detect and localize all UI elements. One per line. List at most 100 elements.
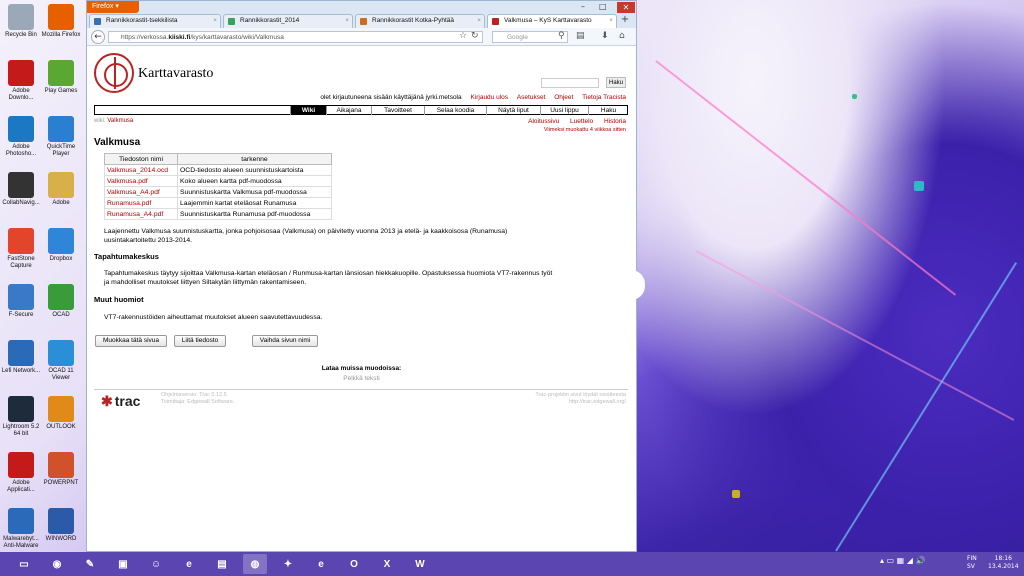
start-page-link[interactable]: Aloitussivu	[528, 118, 559, 125]
window-icon[interactable]: ▣	[111, 554, 135, 574]
new-tab-button[interactable]: +	[618, 15, 632, 27]
table-row: Valkmusa_2014.ocd OCD-tiedosto alueen suu…	[104, 164, 332, 176]
desktop-shortcut[interactable]: Adobe	[40, 172, 82, 207]
desktop-shortcut[interactable]: CollabNavig...	[0, 172, 42, 207]
notepad-icon[interactable]: ▤	[210, 554, 234, 574]
desktop-shortcut[interactable]: OCAD 11 Viewer	[40, 340, 82, 382]
close-tab-icon[interactable]: ×	[609, 15, 613, 27]
logged-in-text: olet kirjautuneena sisään käyttäjänä jyr…	[320, 94, 462, 101]
rename-page-button[interactable]: Vaihda sivun nimi	[252, 335, 318, 347]
history-link[interactable]: Historia	[604, 118, 626, 125]
breadcrumb-page-link[interactable]: Valkmusa	[107, 118, 133, 124]
index-link[interactable]: Luettelo	[570, 118, 593, 125]
desktop-shortcut[interactable]: POWERPNT	[40, 452, 82, 487]
desktop-shortcut[interactable]: Lefi Network...	[0, 340, 42, 375]
plain-text-link[interactable]: Pelkkä teksti	[87, 375, 636, 382]
nav-roadmap[interactable]: Tavoitteet	[371, 106, 424, 115]
search-field[interactable]: Google	[492, 31, 568, 43]
close-tab-icon[interactable]: ×	[477, 15, 481, 27]
desktop-shortcut-label: OCAD 11 Viewer	[48, 368, 74, 381]
firefox-icon[interactable]: ◍	[243, 554, 267, 574]
desktop-shortcut[interactable]: WINWORD	[40, 508, 82, 543]
file-link[interactable]: Valkmusa_A4.pdf	[104, 186, 178, 198]
cat-icon[interactable]: ✦	[276, 554, 300, 574]
download-icon[interactable]: ⬇	[601, 31, 609, 41]
url-bar[interactable]: https://verkossa.kiiski.fi/kys/karttavar…	[108, 31, 483, 43]
outlook-icon[interactable]: O	[342, 554, 366, 574]
footer-trac-link[interactable]: Trac-projektin sivut löydät osoitteesta …	[535, 392, 626, 406]
nav-browse-source[interactable]: Selaa koodia	[424, 106, 486, 115]
bookmarks-icon[interactable]: ▤	[576, 31, 585, 41]
tab-2[interactable]: Rannikkorastit_2014 ×	[223, 14, 353, 28]
desktop-shortcut[interactable]: OUTLOOK	[40, 396, 82, 431]
nav-search[interactable]: Haku	[588, 106, 628, 115]
desktop-shortcut[interactable]: Play Games	[40, 60, 82, 95]
last-modified[interactable]: Viimeksi muokattu 4 viikkoa sitten	[544, 127, 626, 133]
close-icon[interactable]: ✕	[617, 2, 635, 13]
desktop-shortcut[interactable]: Dropbox	[40, 228, 82, 263]
table-header: Tiedoston nimi	[104, 153, 178, 165]
close-tab-icon[interactable]: ×	[345, 15, 349, 27]
excel-icon[interactable]: X	[375, 554, 399, 574]
reload-icon[interactable]: ↻	[471, 31, 479, 41]
desktop-shortcut[interactable]: Mozilla Firefox	[40, 4, 82, 39]
nav-wiki[interactable]: Wiki	[290, 106, 326, 115]
file-description: Laajemmin kartat eteläosat Runamusa	[177, 197, 332, 209]
desktop-shortcut[interactable]: Adobe Applicati...	[0, 452, 42, 494]
about-trac-link[interactable]: Tietoja Tracista	[582, 94, 626, 101]
desktop-shortcut[interactable]: FastStone Capture	[0, 228, 42, 270]
system-tray[interactable]: ▴ ▭ ▦ ◢ 🔊	[880, 556, 925, 565]
site-title[interactable]: Karttavarasto	[138, 66, 213, 82]
user-icon[interactable]: ☺	[144, 554, 168, 574]
file-link[interactable]: Runamusa.pdf	[104, 197, 178, 209]
clock[interactable]: 18:16 13.4.2014	[988, 555, 1019, 571]
nav-timeline[interactable]: Aikajana	[326, 106, 371, 115]
preferences-link[interactable]: Asetukset	[517, 94, 546, 101]
nav-view-tickets[interactable]: Näytä liput	[486, 106, 540, 115]
tab-1[interactable]: Rannikkorastit-tsekkilista ×	[89, 14, 221, 28]
home-icon[interactable]: ⌂	[619, 31, 625, 41]
help-link[interactable]: Ohjeet	[554, 94, 573, 101]
desktop-shortcut[interactable]: Lightroom 5.2 64 bit	[0, 396, 42, 438]
site-search-button[interactable]: Haku	[606, 77, 626, 88]
word-icon[interactable]: W	[408, 554, 432, 574]
browser-window: Firefox ▾ – □ ✕ Rannikkorastit-tsekkilis…	[86, 0, 637, 552]
language-indicator[interactable]: FIN SV	[967, 555, 977, 571]
desktop-shortcut[interactable]: Recycle Bin	[0, 4, 42, 39]
minimize-icon[interactable]: –	[581, 2, 585, 11]
tab-3[interactable]: Rannikkorastit Kotka-Pyhtää ×	[355, 14, 485, 28]
site-search-input[interactable]	[541, 78, 599, 88]
explorer-icon[interactable]: ▭	[12, 554, 36, 574]
back-icon[interactable]: ←	[91, 30, 105, 44]
file-link[interactable]: Valkmusa.pdf	[104, 175, 178, 187]
page-icon	[94, 18, 101, 25]
other-notes-paragraph: VT7-rakennustöiden aiheuttamat muutokset…	[104, 314, 323, 321]
desktop-shortcut[interactable]: F-Secure	[0, 284, 42, 319]
attach-file-button[interactable]: Liitä tiedosto	[174, 335, 226, 347]
nav-new-ticket[interactable]: Uusi lippu	[540, 106, 588, 115]
maximize-icon[interactable]: □	[599, 2, 607, 11]
desktop-shortcut[interactable]: OCAD	[40, 284, 82, 319]
desktop-shortcut[interactable]: Adobe Photosho...	[0, 116, 42, 158]
desktop-shortcut-label: Mozilla Firefox	[41, 32, 81, 38]
ie-icon[interactable]: e	[177, 554, 201, 574]
network-icon	[8, 340, 34, 366]
office-icon[interactable]: ◉	[45, 554, 69, 574]
desktop-shortcut[interactable]: Malwarebyt... Anti-Malware	[0, 508, 42, 550]
edit-page-button[interactable]: Muokkaa tätä sivua	[95, 335, 167, 347]
tab-4-active[interactable]: Valkmusa – KyS Karttavarasto ×	[487, 14, 617, 28]
close-tab-icon[interactable]: ×	[213, 15, 217, 27]
event-center-paragraph: Tapahtumakeskus täytyy sijoittaa Valkmus…	[104, 270, 553, 286]
bookmark-star-icon[interactable]: ☆	[459, 31, 467, 41]
search-icon[interactable]: ⚲	[558, 31, 565, 41]
paint-icon[interactable]: ✎	[78, 554, 102, 574]
file-link[interactable]: Runamusa_A4.pdf	[104, 208, 178, 220]
firefox-menu-button[interactable]: Firefox ▾	[87, 1, 139, 13]
trac-logo[interactable]: ✱ trac	[101, 393, 140, 410]
file-link[interactable]: Valkmusa_2014.ocd	[104, 164, 178, 176]
desktop-shortcut[interactable]: Adobe Downlo...	[0, 60, 42, 102]
logout-link[interactable]: Kirjaudu ulos	[470, 94, 508, 101]
desktop-shortcut[interactable]: QuickTime Player	[40, 116, 82, 158]
ie2-icon[interactable]: e	[309, 554, 333, 574]
site-logo[interactable]	[94, 53, 134, 93]
